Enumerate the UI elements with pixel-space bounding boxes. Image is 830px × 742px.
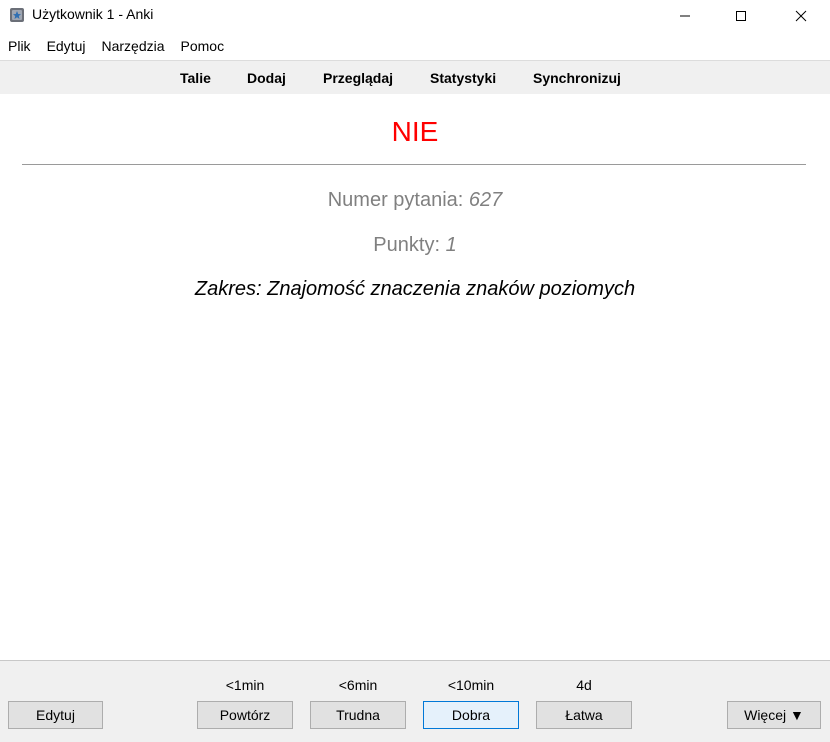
interval-again: <1min (225, 677, 265, 693)
good-button[interactable]: Dobra (423, 701, 519, 729)
answer-divider (22, 164, 806, 165)
review-bottom-bar: Edytuj <1min <6min <10min 4d Powtórz Tru… (0, 660, 830, 742)
close-button[interactable] (778, 0, 824, 31)
points-label: Punkty: (373, 234, 440, 256)
again-button[interactable]: Powtórz (197, 701, 293, 729)
close-icon (795, 10, 807, 21)
question-number: Numer pytania: 627 (0, 189, 830, 212)
points-value: 1 (445, 234, 457, 256)
menu-plik[interactable]: Plik (0, 34, 39, 58)
points: Punkty: 1 (0, 234, 830, 257)
maximize-icon (736, 10, 746, 21)
question-number-value: 627 (468, 189, 503, 211)
toolbar-add[interactable]: Dodaj (247, 70, 286, 86)
maximize-button[interactable] (718, 0, 764, 31)
interval-good: <10min (447, 677, 495, 693)
toolbar-browse[interactable]: Przeglądaj (323, 70, 393, 86)
minimize-icon (680, 15, 690, 16)
title-bar: Użytkownik 1 - Anki (0, 0, 830, 31)
toolbar-sync[interactable]: Synchronizuj (533, 70, 621, 86)
card-scope: Zakres: Znajomość znaczenia znaków pozio… (194, 278, 636, 300)
menu-pomoc[interactable]: Pomoc (173, 34, 233, 58)
anki-app-icon (10, 8, 24, 22)
interval-hard: <6min (338, 677, 378, 693)
edit-button[interactable]: Edytuj (8, 701, 103, 729)
card-answer: NIE (391, 116, 439, 147)
interval-easy: 4d (576, 677, 592, 693)
window-title: Użytkownik 1 - Anki (32, 6, 154, 22)
toolbar-stats[interactable]: Statystyki (430, 70, 496, 86)
easy-button[interactable]: Łatwa (536, 701, 632, 729)
card-view: NIE Numer pytania: 627 Punkty: 1 Zakres:… (0, 94, 830, 660)
menu-edytuj[interactable]: Edytuj (39, 34, 94, 58)
toolbar-decks[interactable]: Talie (180, 70, 211, 86)
question-number-label: Numer pytania: (327, 189, 464, 211)
main-toolbar: Talie Dodaj Przeglądaj Statystyki Synchr… (0, 60, 830, 94)
menu-bar: Plik Edytuj Narzędzia Pomoc (0, 34, 830, 58)
hard-button[interactable]: Trudna (310, 701, 406, 729)
minimize-button[interactable] (662, 0, 708, 31)
more-button[interactable]: Więcej ▼ (727, 701, 821, 729)
menu-narzedzia[interactable]: Narzędzia (93, 34, 172, 58)
